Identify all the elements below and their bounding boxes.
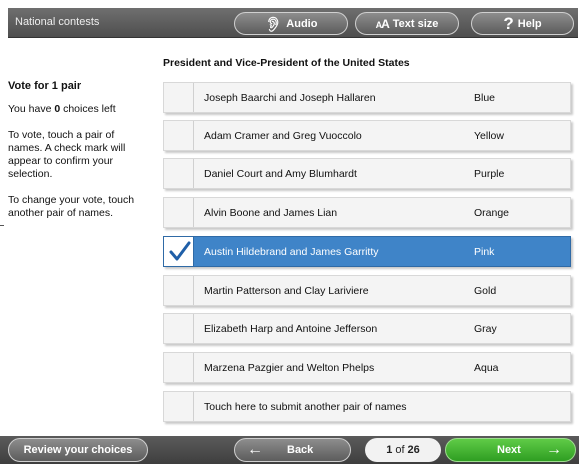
contest-title: President and Vice-President of the Unit…: [163, 57, 410, 69]
candidate-party: Blue: [474, 92, 496, 104]
candidate-party: Yellow: [474, 130, 504, 142]
checkbox[interactable]: [164, 353, 194, 382]
help-label: Help: [517, 17, 542, 30]
next-button[interactable]: Next →: [445, 438, 576, 462]
candidate-names: Adam Cramer and Greg Vuoccolo: [204, 130, 362, 142]
review-choices-button[interactable]: Review your choices: [8, 438, 148, 462]
candidate-row-selected[interactable]: Austin Hildebrand and James Garritty Pin…: [163, 236, 571, 267]
question-mark-icon: ?: [503, 14, 514, 33]
back-label: Back: [287, 444, 314, 456]
audio-label: Audio: [286, 17, 318, 30]
candidate-row[interactable]: Marzena Pazgier and Welton Phelps Aqua: [163, 352, 571, 383]
audio-button[interactable]: 👂︎ Audio: [234, 12, 348, 35]
candidate-row[interactable]: Adam Cramer and Greg Vuoccolo Yellow: [163, 120, 571, 151]
candidate-row[interactable]: Joseph Baarchi and Joseph Hallaren Blue: [163, 82, 571, 113]
contest-group-title: National contests: [15, 16, 100, 28]
candidate-names: Marzena Pazgier and Welton Phelps: [204, 362, 375, 374]
candidate-party: Aqua: [474, 362, 499, 374]
choices-suffix: choices left: [60, 103, 116, 115]
text-size-label: Text size: [392, 17, 439, 30]
vote-for-label: Vote for 1 pair: [8, 80, 82, 92]
page-total: 26: [407, 444, 420, 456]
page-current: 1: [386, 444, 393, 456]
checkbox[interactable]: [164, 276, 194, 305]
candidate-names: Daniel Court and Amy Blumhardt: [204, 168, 357, 180]
candidate-party: Pink: [474, 246, 495, 258]
page-indicator: 1 of 26: [365, 438, 441, 462]
left-edge-marker: [0, 225, 4, 226]
change-vote-instruction: To change your vote, touch another pair …: [8, 194, 135, 219]
choices-left-text: You have 0 choices left: [8, 103, 148, 116]
choices-prefix: You have: [8, 103, 55, 115]
candidate-party: Purple: [474, 168, 505, 180]
navigation-bar: Review your choices ← Back 1 of 26 Next …: [0, 436, 579, 464]
checkbox[interactable]: [164, 392, 194, 421]
vote-instruction: To vote, touch a pair of names. A check …: [8, 129, 126, 180]
candidate-row[interactable]: Daniel Court and Amy Blumhardt Purple: [163, 158, 571, 189]
checkbox-checked[interactable]: [164, 237, 194, 266]
candidate-row[interactable]: Alvin Boone and James Lian Orange: [163, 197, 571, 228]
right-arrow-icon: →: [546, 441, 562, 458]
candidate-names: Martin Patterson and Clay Lariviere: [204, 285, 369, 297]
checkbox[interactable]: [164, 198, 194, 227]
help-button[interactable]: ? Help: [471, 12, 574, 35]
candidate-names: Joseph Baarchi and Joseph Hallaren: [204, 92, 376, 104]
candidate-names: Austin Hildebrand and James Garritty: [204, 246, 379, 258]
text-size-icon: AA: [375, 16, 390, 31]
page-of: of: [395, 444, 405, 456]
checkbox[interactable]: [164, 121, 194, 150]
checkbox[interactable]: [164, 314, 194, 343]
candidate-party: Orange: [474, 207, 510, 219]
candidate-names: Elizabeth Harp and Antoine Jefferson: [204, 323, 378, 335]
candidate-row[interactable]: Elizabeth Harp and Antoine Jefferson Gra…: [163, 313, 571, 344]
candidate-party: Gold: [474, 285, 497, 297]
checkbox[interactable]: [164, 83, 194, 112]
checkbox[interactable]: [164, 159, 194, 188]
write-in-label: Touch here to submit another pair of nam…: [204, 401, 407, 413]
left-arrow-icon: ←: [247, 441, 263, 458]
instructions-panel: Vote for 1 pair You have 0 choices left …: [8, 80, 148, 220]
top-bar: National contests 👂︎ Audio AA Text size …: [8, 8, 578, 38]
check-mark-icon: [169, 241, 191, 261]
candidate-party: Gray: [474, 323, 497, 335]
candidate-names: Alvin Boone and James Lian: [204, 207, 338, 219]
back-button[interactable]: ← Back: [234, 438, 351, 462]
text-size-button[interactable]: AA Text size: [355, 12, 459, 35]
next-label: Next: [497, 444, 521, 456]
write-in-row[interactable]: Touch here to submit another pair of nam…: [163, 391, 571, 422]
ear-icon: 👂︎: [264, 15, 283, 32]
candidate-row[interactable]: Martin Patterson and Clay Lariviere Gold: [163, 275, 571, 306]
